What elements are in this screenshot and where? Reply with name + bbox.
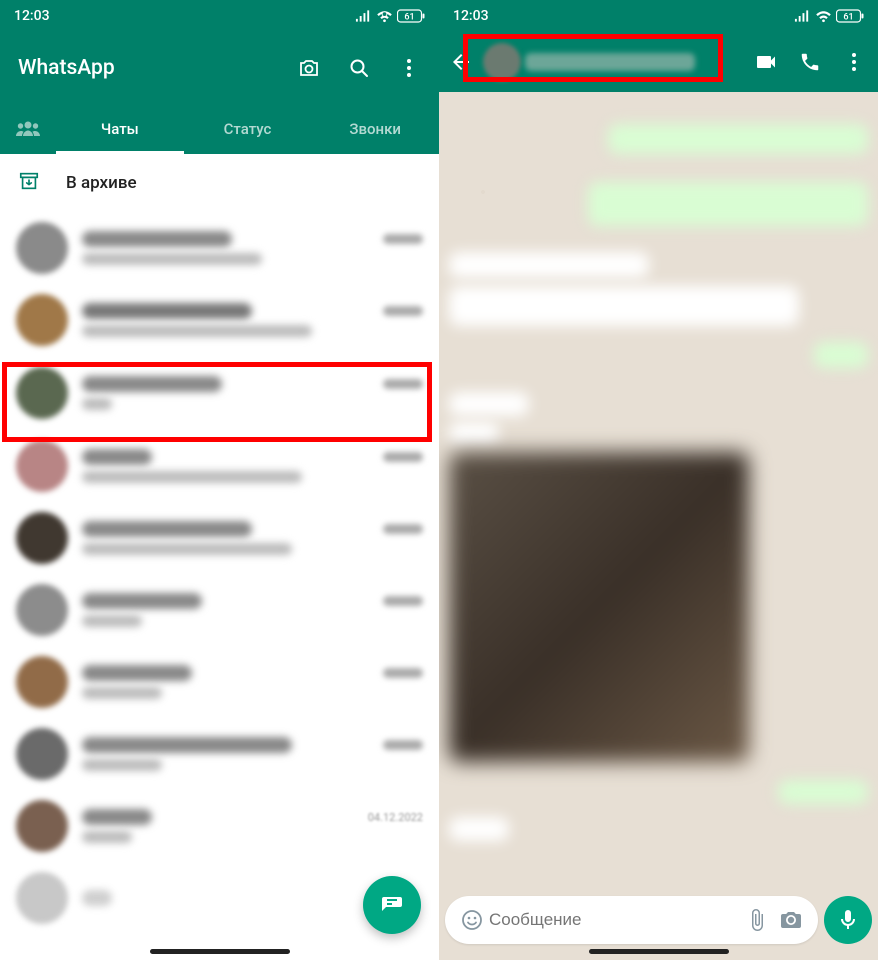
camera-icon xyxy=(297,56,321,80)
message-in xyxy=(449,252,649,278)
chat-title[interactable] xyxy=(525,53,742,71)
status-icons: 61 xyxy=(355,9,425,23)
message-out xyxy=(778,780,868,804)
back-button[interactable] xyxy=(443,50,479,74)
message-in xyxy=(449,817,509,841)
chat-item[interactable] xyxy=(0,574,439,646)
signal-icon xyxy=(794,10,811,22)
community-icon xyxy=(15,119,41,139)
chats-screen: 12:03 61 WhatsApp Чаты Статус Звонки В а… xyxy=(0,0,439,960)
tab-calls[interactable]: Звонки xyxy=(311,104,439,154)
message-out xyxy=(588,182,868,226)
tabs: Чаты Статус Звонки xyxy=(0,104,439,154)
message-icon xyxy=(380,893,404,917)
clock: 12:03 xyxy=(14,8,50,24)
chat-list: 04.12.2022 xyxy=(0,212,439,960)
phone-icon xyxy=(799,51,821,73)
archive-label: В архиве xyxy=(66,173,137,193)
tab-status[interactable]: Статус xyxy=(184,104,312,154)
message-input-box xyxy=(445,896,818,944)
camera-button[interactable] xyxy=(287,46,331,90)
tab-chats[interactable]: Чаты xyxy=(56,104,184,154)
chat-item[interactable] xyxy=(0,430,439,502)
avatar[interactable] xyxy=(483,43,521,81)
emoji-button[interactable] xyxy=(455,903,489,937)
wifi-icon xyxy=(376,10,393,23)
status-icons: 61 xyxy=(794,9,864,23)
chat-screen: 12:03 61 xyxy=(439,0,878,960)
input-bar xyxy=(445,896,872,944)
svg-text:61: 61 xyxy=(404,13,414,23)
message-image xyxy=(449,452,749,762)
attach-icon xyxy=(745,908,769,932)
app-title: WhatsApp xyxy=(18,56,281,80)
message-out xyxy=(814,342,868,368)
mic-icon xyxy=(836,908,860,932)
message-in xyxy=(449,422,499,444)
chat-item[interactable] xyxy=(0,284,439,356)
emoji-icon xyxy=(460,908,484,932)
chat-item[interactable] xyxy=(0,718,439,790)
clock: 12:03 xyxy=(453,8,489,24)
voice-call-button[interactable] xyxy=(790,40,830,84)
video-call-button[interactable] xyxy=(746,40,786,84)
battery-icon: 61 xyxy=(836,9,864,23)
search-button[interactable] xyxy=(337,46,381,90)
status-bar: 12:03 61 xyxy=(0,0,439,32)
kebab-icon xyxy=(842,50,866,74)
signal-icon xyxy=(355,10,372,22)
chat-header xyxy=(439,32,878,92)
camera-icon xyxy=(779,908,803,932)
archive-icon xyxy=(18,170,40,196)
archive-row[interactable]: В архиве xyxy=(0,154,439,212)
tab-community[interactable] xyxy=(0,119,56,139)
video-icon xyxy=(754,50,778,74)
message-in xyxy=(449,286,799,326)
chat-item[interactable] xyxy=(0,212,439,284)
chat-item[interactable] xyxy=(0,356,439,430)
chat-item[interactable] xyxy=(0,502,439,574)
app-header: WhatsApp xyxy=(0,32,439,104)
search-icon xyxy=(347,56,371,80)
kebab-icon xyxy=(397,56,421,80)
battery-icon: 61 xyxy=(397,9,425,23)
menu-button[interactable] xyxy=(834,40,874,84)
chat-item[interactable] xyxy=(0,646,439,718)
arrow-left-icon xyxy=(449,50,473,74)
camera-button[interactable] xyxy=(774,903,808,937)
new-chat-fab[interactable] xyxy=(363,876,421,934)
attach-button[interactable] xyxy=(740,903,774,937)
wifi-icon xyxy=(815,10,832,23)
message-in xyxy=(449,392,529,416)
chat-item[interactable]: 04.12.2022 xyxy=(0,790,439,862)
home-indicator xyxy=(150,949,290,954)
home-indicator xyxy=(589,949,729,954)
mic-button[interactable] xyxy=(824,896,872,944)
status-bar: 12:03 61 xyxy=(439,0,878,32)
menu-button[interactable] xyxy=(387,46,431,90)
message-out xyxy=(608,124,868,154)
messages-area[interactable] xyxy=(439,92,878,960)
svg-text:61: 61 xyxy=(843,13,853,23)
message-input[interactable] xyxy=(489,910,740,930)
